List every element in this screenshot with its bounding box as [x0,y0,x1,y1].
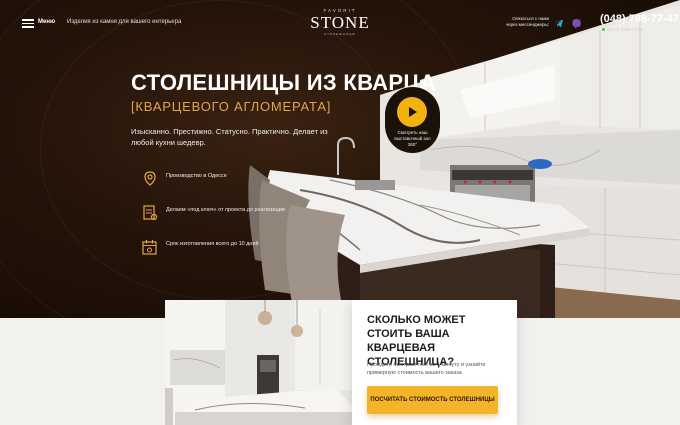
messenger-contact-text: Связаться с нами через мессенджеры: [505,16,549,27]
calculate-price-button[interactable]: ПОСЧИТАТЬ СТОИМОСТЬ СТОЛЕШНИЦЫ [367,386,498,414]
hero-section: Меню Изделия из камня для вашего интерье… [0,0,680,318]
showroom-360-label: Смотреть наш выставочный зал 360° [394,130,431,147]
feature-text: Срок изготовления всего до 10 дней [166,241,259,247]
price-calc-card: СКОЛЬКО МОЖЕТ СТОИТЬ ВАША КВАРЦЕВАЯ СТОЛ… [352,300,517,425]
hero-title: СТОЛЕШНИЦЫ ИЗ КВАРЦА [131,70,436,95]
feature-text: Производство в Одессе [166,173,227,179]
feature-text: Делаем «под ключ» от проекта до реализац… [166,207,285,213]
hero-lead-text: Изысканно. Престижно. Статусно. Практичн… [131,127,328,147]
key-document-icon [143,205,158,221]
menu-button-label[interactable]: Меню [38,19,55,25]
menu-icon[interactable] [22,19,34,28]
working-hours: Пн-Пт 9:00–18:30 [602,27,643,32]
logo-sub-text: СТОЛЕШНИЦЫ [324,32,356,36]
kitchen-thumbnail-photo [165,300,352,425]
online-dot-icon [602,28,605,31]
site-logo[interactable]: FAVORIT STONE СТОЛЕШНИЦЫ [310,8,370,42]
calc-description: Пройдите быстрый тест за 1 минуту и узна… [367,362,486,376]
location-pin-icon [144,171,156,186]
showroom-360-button[interactable]: Смотреть наш выставочный зал 360° [385,87,440,153]
viber-icon[interactable] [571,18,582,29]
calendar-icon [142,240,157,255]
logo-main-text: STONE [310,13,370,32]
working-hours-text: Пн-Пт 9:00–18:30 [607,27,644,32]
hero-subtitle: [КВАРЦЕВОГО АГЛОМЕРАТА] [131,99,332,114]
header-tagline: Изделия из камня для вашего интерьера [67,19,182,25]
play-icon[interactable] [397,97,427,127]
phone-number[interactable]: (048) 788-77-47 [600,13,679,25]
site-header: Меню Изделия из камня для вашего интерье… [0,0,680,50]
telegram-icon[interactable] [553,18,564,29]
